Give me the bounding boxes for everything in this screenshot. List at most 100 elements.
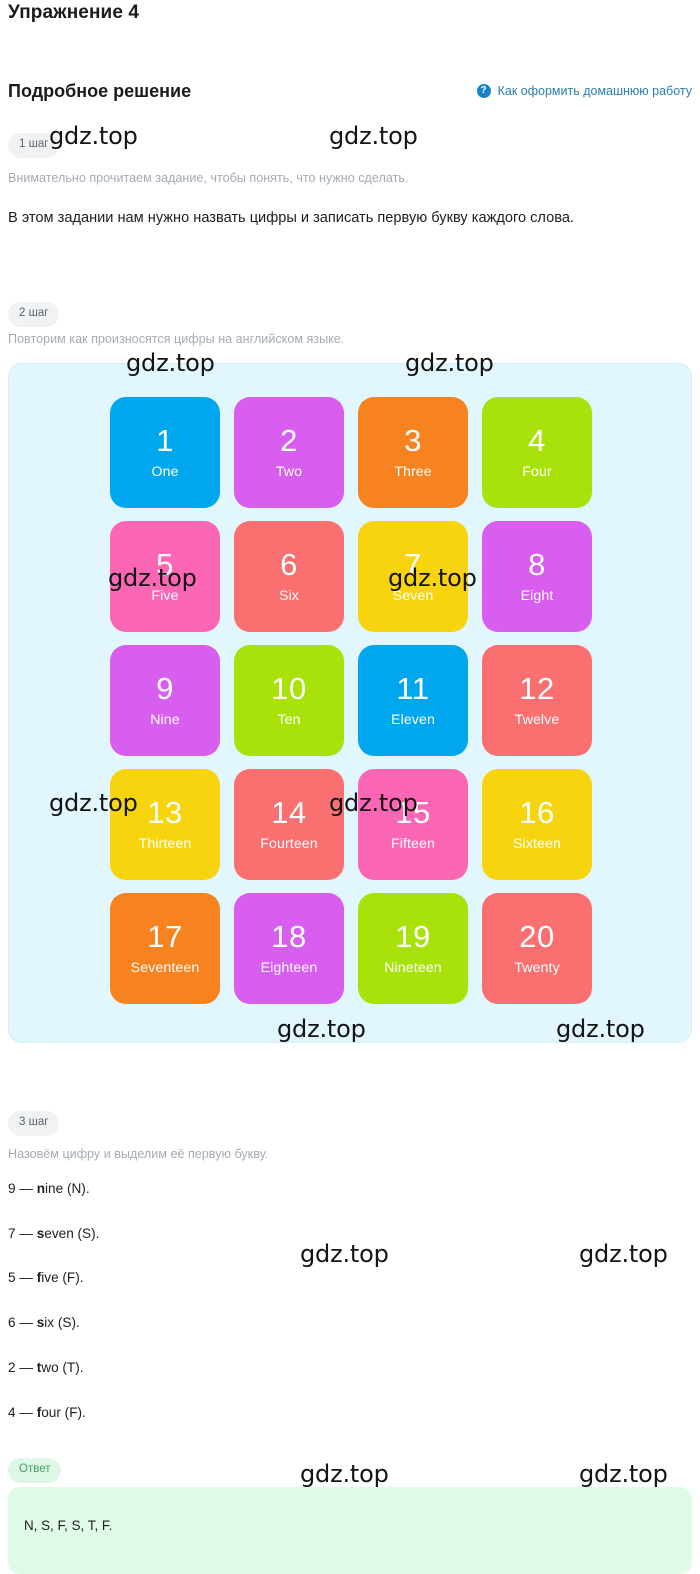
answer-line-prefix: 9 —: [8, 1181, 37, 1196]
number-card-word: Nineteen: [384, 960, 442, 977]
number-card-word: Two: [275, 464, 303, 481]
answer-line: 7 — seven (S).: [8, 1227, 99, 1241]
number-card-word: Fifteen: [390, 836, 436, 853]
number-card-13[interactable]: 13 Thirteen: [110, 769, 220, 880]
number-card-word: Four: [522, 464, 552, 481]
number-card-word: Six: [278, 588, 299, 605]
number-card-word: Twenty: [514, 960, 560, 977]
number-card-word: Seven: [392, 588, 434, 605]
answer-line: 4 — four (F).: [8, 1406, 86, 1420]
answer-line: 9 — nine (N).: [8, 1182, 90, 1196]
number-card-word: Twelve: [514, 712, 560, 729]
number-card-digit: 4: [528, 423, 546, 459]
step-badge-3: 3 шаг: [8, 1111, 60, 1136]
step-1-hint: Внимательно прочитаем задание, чтобы пон…: [8, 171, 409, 185]
watermark: gdz.top: [579, 1240, 668, 1268]
answer-line: 5 — five (F).: [8, 1271, 84, 1285]
number-card-word: One: [151, 464, 179, 481]
watermark: gdz.top: [49, 122, 138, 150]
number-card-word: Eight: [520, 588, 554, 605]
howto-homework-link[interactable]: ? Как оформить домашнюю работу: [476, 84, 692, 98]
watermark: gdz.top: [329, 122, 418, 150]
number-card-digit: 10: [271, 671, 307, 707]
number-card-word: Eleven: [391, 712, 435, 729]
number-card-word: Sixteen: [512, 836, 562, 853]
number-card-word: Nine: [150, 712, 180, 729]
step-3-hint: Назовём цифру и выделим её первую букву.: [8, 1147, 269, 1161]
number-card-15[interactable]: 15 Fifteen: [358, 769, 468, 880]
answer-line-rest: our (F).: [41, 1405, 86, 1420]
number-card-9[interactable]: 9 Nine: [110, 645, 220, 756]
answer-line-rest: ive (F).: [41, 1270, 84, 1285]
watermark: gdz.top: [579, 1460, 668, 1488]
number-card-digit: 11: [396, 671, 430, 707]
answer-line-rest: ine (N).: [45, 1181, 90, 1196]
number-card-digit: 7: [404, 547, 422, 583]
number-card-digit: 12: [519, 671, 555, 707]
number-card-17[interactable]: 17 Seventeen: [110, 893, 220, 1004]
number-card-digit: 16: [519, 795, 555, 831]
number-card-digit: 6: [280, 547, 298, 583]
number-card-11[interactable]: 11 Eleven: [358, 645, 468, 756]
answer-line: 6 — six (S).: [8, 1316, 80, 1330]
number-card-digit: 18: [271, 919, 307, 955]
howto-homework-label: Как оформить домашнюю работу: [497, 84, 692, 98]
number-card-digit: 2: [280, 423, 298, 459]
answer-line-prefix: 6 —: [8, 1315, 37, 1330]
answer-line-prefix: 7 —: [8, 1226, 37, 1241]
number-card-8[interactable]: 8 Eight: [482, 521, 592, 632]
number-card-7[interactable]: 7 Seven: [358, 521, 468, 632]
number-card-digit: 3: [404, 423, 422, 459]
number-card-6[interactable]: 6 Six: [234, 521, 344, 632]
number-card-5[interactable]: 5 Five: [110, 521, 220, 632]
step-badge-2: 2 шаг: [8, 302, 60, 327]
number-card-digit: 9: [156, 671, 174, 707]
step-badge-1: 1 шаг: [8, 133, 60, 158]
solution-page: Упражнение 4 Подробное решение ? Как офо…: [0, 0, 700, 1574]
number-card-word: Seventeen: [130, 960, 200, 977]
number-card-12[interactable]: 12 Twelve: [482, 645, 592, 756]
number-card-word: Thirteen: [138, 836, 192, 853]
watermark: gdz.top: [300, 1460, 389, 1488]
number-card-3[interactable]: 3 Three: [358, 397, 468, 508]
answer-line-prefix: 4 —: [8, 1405, 37, 1420]
section-title-solution: Подробное решение: [8, 81, 192, 101]
number-card-2[interactable]: 2 Two: [234, 397, 344, 508]
number-card-20[interactable]: 20 Twenty: [482, 893, 592, 1004]
number-card-word: Three: [394, 464, 432, 481]
answer-line-rest: wo (T).: [41, 1360, 84, 1375]
number-card-word: Ten: [277, 712, 301, 729]
number-cards-grid: 1 One 2 Two 3 Three 4 Four 5 Five 6 Six 7 Seven 8 Eight…: [9, 364, 693, 1004]
answer-line-rest: even (S).: [44, 1226, 100, 1241]
number-card-digit: 20: [519, 919, 555, 955]
question-mark-icon: ?: [476, 84, 491, 98]
number-card-digit: 17: [147, 919, 183, 955]
number-card-digit: 14: [271, 795, 307, 831]
number-card-digit: 15: [395, 795, 431, 831]
number-card-digit: 8: [528, 547, 546, 583]
page-title: Упражнение 4: [8, 2, 140, 23]
step-1-body: В этом задании нам нужно назвать цифры и…: [8, 210, 574, 226]
number-card-10[interactable]: 10 Ten: [234, 645, 344, 756]
step-2-hint: Повторим как произносятся цифры на англи…: [8, 332, 345, 346]
answer-line: 2 — two (T).: [8, 1361, 84, 1375]
number-card-digit: 5: [156, 547, 174, 583]
answer-line-prefix: 5 —: [8, 1270, 37, 1285]
number-card-word: Five: [151, 588, 179, 605]
answer-line-first-letter: n: [36, 1181, 46, 1196]
answer-line-prefix: 2 —: [8, 1360, 37, 1375]
number-card-1[interactable]: 1 One: [110, 397, 220, 508]
number-card-16[interactable]: 16 Sixteen: [482, 769, 592, 880]
number-card-19[interactable]: 19 Nineteen: [358, 893, 468, 1004]
answer-badge: Ответ: [8, 1458, 62, 1483]
number-card-14[interactable]: 14 Fourteen: [234, 769, 344, 880]
number-card-word: Fourteen: [260, 836, 318, 853]
number-cards-panel: 1 One 2 Two 3 Three 4 Four 5 Five 6 Six 7 Seven 8 Eight…: [8, 363, 692, 1043]
number-card-digit: 13: [147, 795, 183, 831]
answer-text: N, S, F, S, T, F.: [24, 1518, 113, 1533]
answer-line-rest: ix (S).: [44, 1315, 80, 1330]
number-card-digit: 1: [156, 423, 174, 459]
number-card-digit: 19: [395, 919, 431, 955]
number-card-4[interactable]: 4 Four: [482, 397, 592, 508]
number-card-18[interactable]: 18 Eighteen: [234, 893, 344, 1004]
